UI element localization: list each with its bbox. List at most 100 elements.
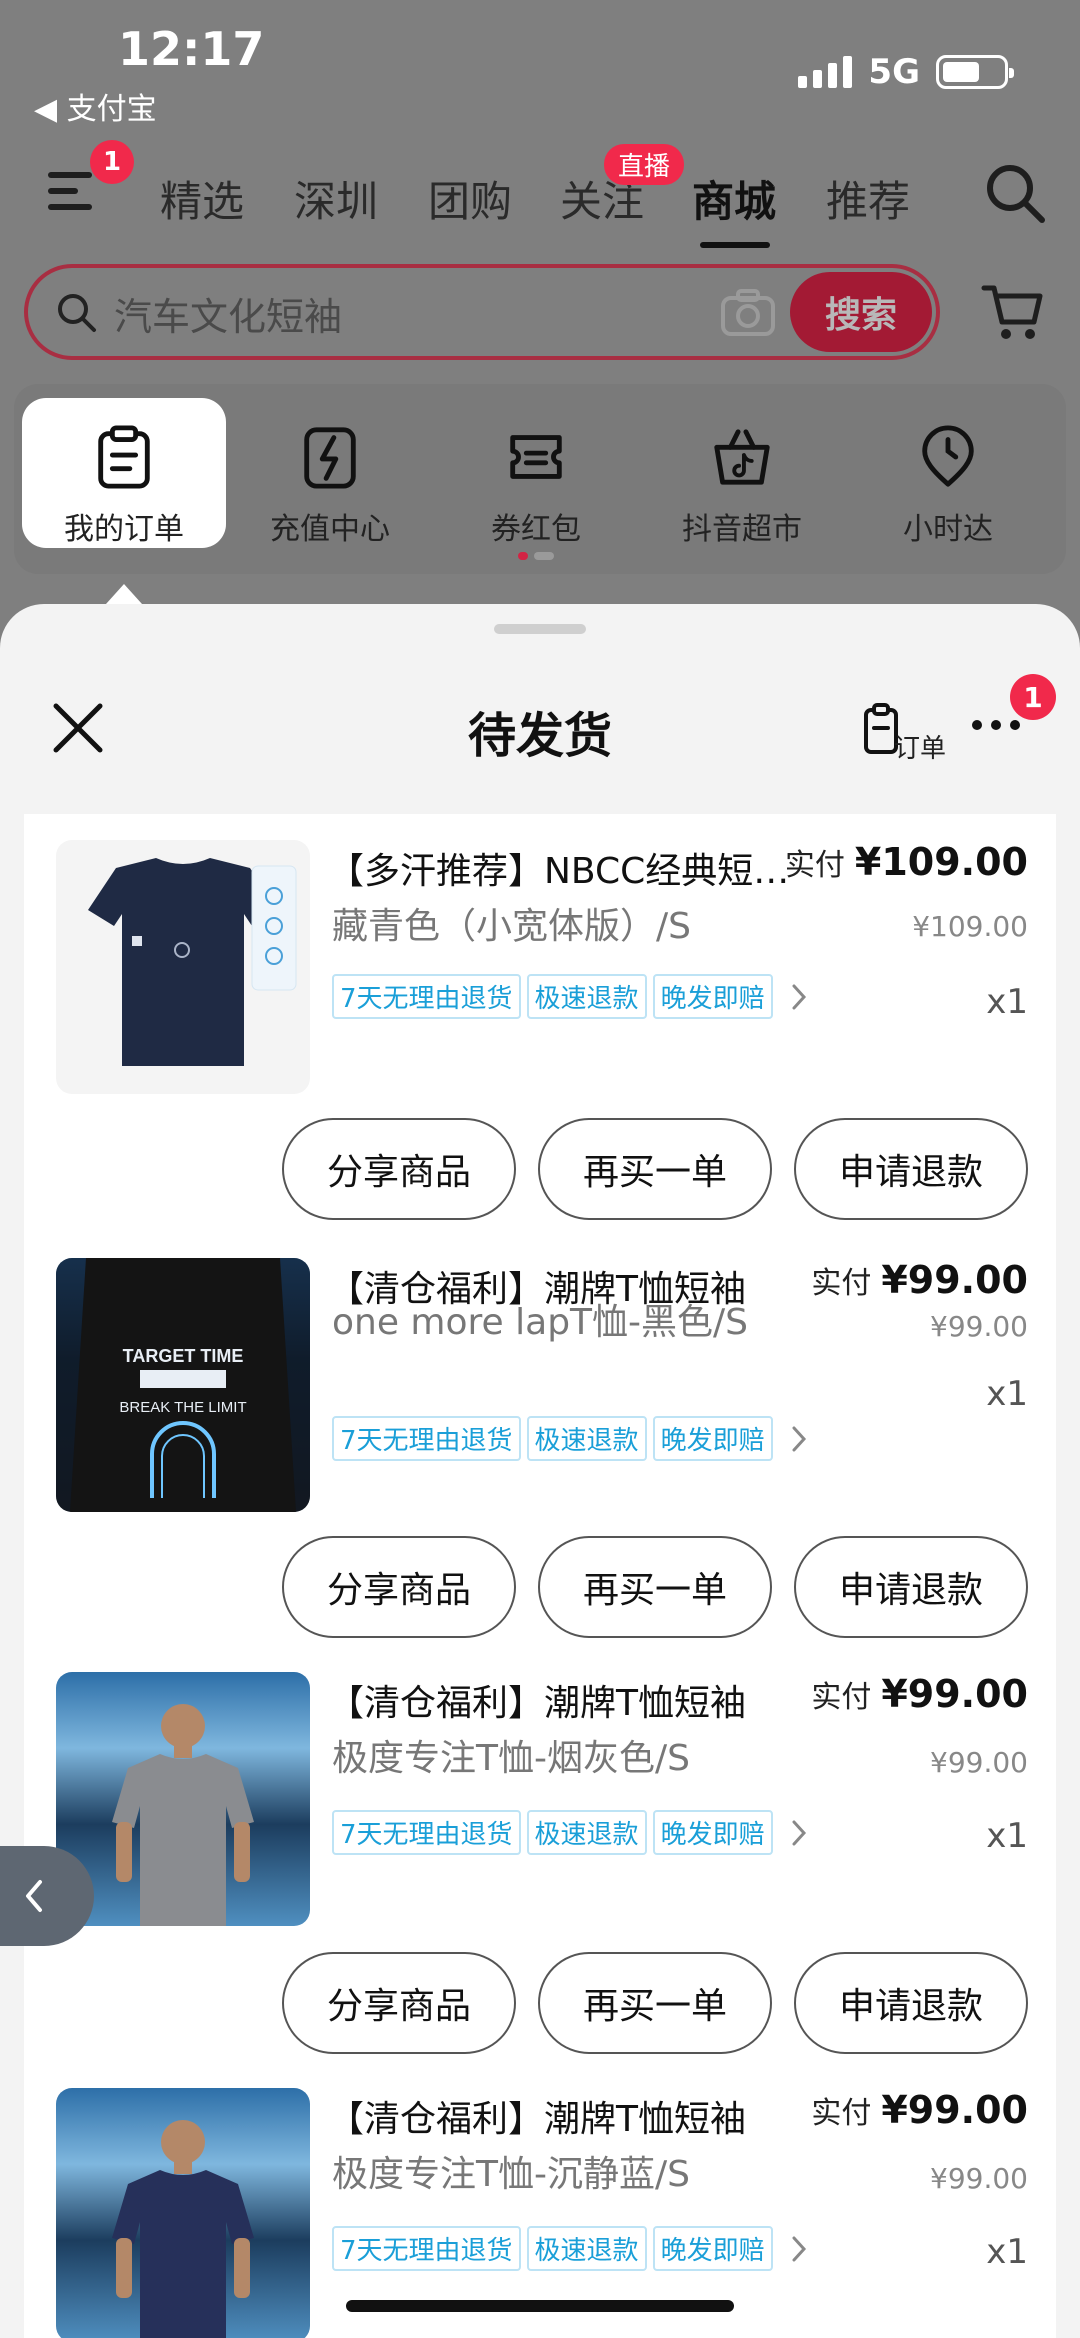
chevron-right-icon[interactable]: [789, 1424, 809, 1454]
tag-return: 7天无理由退货: [332, 1810, 521, 1855]
quick-top-up[interactable]: 充值中心: [228, 398, 432, 548]
product-spec: 极度专注T恤-沉静蓝/S: [332, 2154, 690, 2195]
tab-mall[interactable]: 商城: [692, 168, 776, 229]
quick-label: 券红包: [491, 512, 581, 547]
product-spec: 藏青色（小宽体版）/S: [332, 906, 691, 947]
page-dots: [518, 552, 554, 560]
basket-icon: [714, 429, 770, 485]
quantity: x1: [986, 2232, 1028, 2272]
service-tags[interactable]: 7天无理由退货 极速退款 晚发即赔: [332, 1416, 809, 1461]
quick-links: 我的订单 充值中心 券红包 抖音超市 小时达: [14, 384, 1066, 574]
service-tags[interactable]: 7天无理由退货 极速退款 晚发即赔: [332, 2226, 809, 2271]
tag-refund: 极速退款: [526, 1416, 647, 1461]
action-buttons: 分享商品 再买一单 申请退款: [282, 1536, 1028, 1638]
paid-label: 实付: [784, 848, 845, 883]
product-spec: one more lapT恤-黑色/S: [332, 1302, 749, 1343]
product-title[interactable]: 【多汗推荐】NBCC经典短袖T恤: [328, 842, 804, 894]
action-buttons: 分享商品 再买一单 申请退款: [282, 1118, 1028, 1220]
search-icon[interactable]: [982, 160, 1048, 226]
paid-label: 实付: [811, 1266, 872, 1301]
unit-price: ¥99.00: [930, 1746, 1028, 1779]
buy-again-button[interactable]: 再买一单: [538, 1952, 772, 2054]
product-image-black-tee[interactable]: TARGET TIME BREAK THE LIMIT: [56, 1258, 310, 1512]
tag-refund: 极速退款: [526, 2226, 647, 2271]
quick-my-orders[interactable]: 我的订单: [22, 398, 226, 548]
coupon-icon: [510, 435, 562, 479]
request-refund-button[interactable]: 申请退款: [794, 1536, 1028, 1638]
status-indicators: 5G: [798, 52, 1014, 92]
quick-label: 充值中心: [270, 512, 390, 547]
paid-label: 实付: [811, 1680, 872, 1715]
search-placeholder[interactable]: 汽车文化短袖: [114, 286, 342, 341]
top-nav: 1 精选 深圳 团购 关注 直播 商城 推荐: [0, 140, 1080, 250]
orders-button[interactable]: 订单: [862, 702, 956, 764]
buy-again-button[interactable]: 再买一单: [538, 1118, 772, 1220]
lightning-icon: [304, 427, 356, 489]
tag-late-compensation: 晚发即赔: [652, 2226, 773, 2271]
quick-label: 抖音超市: [682, 512, 802, 547]
share-product-button[interactable]: 分享商品: [282, 1536, 516, 1638]
tab-recommended[interactable]: 推荐: [826, 168, 910, 229]
menu-badge: 1: [90, 140, 134, 184]
more-options-icon[interactable]: [972, 720, 1020, 730]
tag-return: 7天无理由退货: [332, 974, 521, 1019]
product-image-grey-tee[interactable]: [56, 1672, 310, 1926]
battery-icon: [936, 55, 1014, 89]
buy-again-button[interactable]: 再买一单: [538, 1536, 772, 1638]
tag-return: 7天无理由退货: [332, 1416, 521, 1461]
sheet-drag-handle[interactable]: [494, 624, 586, 634]
paid-amount: 实付 ¥99.00: [811, 1258, 1028, 1302]
product-image-navy-tee[interactable]: [56, 840, 310, 1094]
chevron-right-icon[interactable]: [789, 1818, 809, 1848]
search-bar[interactable]: 汽车文化短袖 搜索: [24, 264, 940, 360]
chevron-right-icon[interactable]: [789, 2234, 809, 2264]
share-product-button[interactable]: 分享商品: [282, 1118, 516, 1220]
tag-late-compensation: 晚发即赔: [652, 1416, 773, 1461]
tag-late-compensation: 晚发即赔: [652, 1810, 773, 1855]
orders-label: 订单: [894, 734, 947, 764]
tag-refund: 极速退款: [526, 1810, 647, 1855]
request-refund-button[interactable]: 申请退款: [794, 1118, 1028, 1220]
network-type: 5G: [868, 52, 920, 92]
product-title[interactable]: 【清仓福利】潮牌T恤短袖: [328, 2090, 804, 2142]
unit-price: ¥99.00: [930, 1310, 1028, 1343]
active-tab-indicator: [700, 242, 770, 248]
share-product-button[interactable]: 分享商品: [282, 1952, 516, 2054]
chevron-left-icon: [26, 1880, 42, 1912]
clock-pin-icon: [922, 425, 974, 487]
thumb-text-limit: BREAK THE LIMIT: [119, 1399, 246, 1416]
product-image-blue-tee[interactable]: [56, 2088, 310, 2338]
paid-amount: 实付 ¥109.00: [785, 840, 1028, 884]
service-tags[interactable]: 7天无理由退货 极速退款 晚发即赔: [332, 974, 809, 1019]
search-button[interactable]: 搜索: [790, 272, 932, 352]
orders-sheet: 待发货 订单 1 【多汗推荐】NBCC经典短袖T恤 实付 ¥109.00 藏青色…: [0, 604, 1080, 2338]
product-title[interactable]: 【清仓福利】潮牌T恤短袖: [328, 1674, 804, 1726]
chevron-right-icon[interactable]: [789, 982, 809, 1012]
product-spec: 极度专注T恤-烟灰色/S: [332, 1738, 690, 1779]
unit-price: ¥109.00: [912, 910, 1028, 943]
camera-icon[interactable]: [720, 288, 776, 338]
signal-icon: [798, 56, 853, 88]
more-badge: 1: [1010, 674, 1056, 720]
quick-coupons[interactable]: 券红包: [434, 398, 638, 548]
paid-price: ¥99.00: [881, 1672, 1028, 1716]
menu-icon[interactable]: [48, 172, 98, 216]
tab-group-buy[interactable]: 团购: [428, 168, 512, 229]
tab-featured[interactable]: 精选: [160, 168, 244, 229]
quantity: x1: [986, 1374, 1028, 1414]
request-refund-button[interactable]: 申请退款: [794, 1952, 1028, 2054]
order-list: 【多汗推荐】NBCC经典短袖T恤 实付 ¥109.00 藏青色（小宽体版）/S …: [24, 814, 1056, 2338]
cart-icon[interactable]: [980, 280, 1046, 344]
live-badge: 直播: [604, 144, 685, 185]
tab-shenzhen[interactable]: 深圳: [294, 168, 378, 229]
quantity: x1: [986, 982, 1028, 1022]
home-indicator[interactable]: [346, 2300, 734, 2312]
search-icon: [58, 294, 96, 332]
quick-supermarket[interactable]: 抖音超市: [640, 398, 844, 548]
back-to-app-link[interactable]: ◀ 支付宝: [34, 84, 157, 128]
dimmed-background: 12:17 ◀ 支付宝 5G 1 精选 深圳 团购 关注 直播 商城 推荐 汽车…: [0, 0, 1080, 610]
paid-price: ¥99.00: [881, 2088, 1028, 2132]
service-tags[interactable]: 7天无理由退货 极速退款 晚发即赔: [332, 1810, 809, 1855]
tag-return: 7天无理由退货: [332, 2226, 521, 2271]
quick-hour-delivery[interactable]: 小时达: [846, 398, 1050, 548]
